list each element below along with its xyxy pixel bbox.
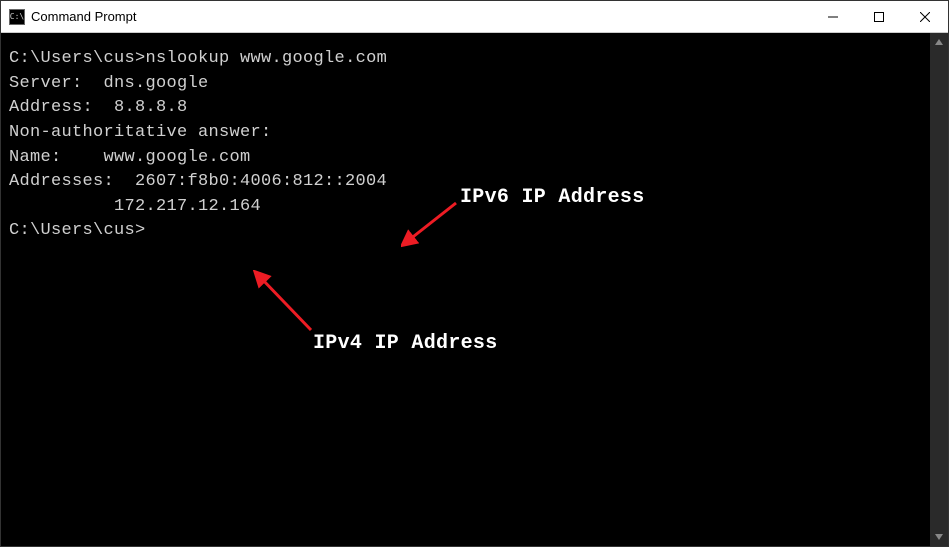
annotation-ipv6-label: IPv6 IP Address: [460, 183, 645, 212]
title-bar[interactable]: C:\ Command Prompt: [1, 1, 948, 33]
output-server: Server: dns.google: [9, 72, 922, 97]
minimize-button[interactable]: [810, 1, 856, 32]
output-address: Address: 8.8.8.8: [9, 96, 922, 121]
maximize-button[interactable]: [856, 1, 902, 32]
annotation-ipv4-label: IPv4 IP Address: [313, 329, 498, 358]
output-nonauth: Non-authoritative answer:: [9, 121, 922, 146]
close-button[interactable]: [902, 1, 948, 32]
vertical-scrollbar[interactable]: [930, 33, 948, 546]
scrollbar-down-arrow-icon[interactable]: [930, 528, 948, 546]
output-name: Name: www.google.com: [9, 146, 922, 171]
window-title: Command Prompt: [31, 9, 136, 24]
scrollbar-up-arrow-icon[interactable]: [930, 33, 948, 51]
title-bar-left: C:\ Command Prompt: [1, 9, 136, 25]
terminal-area: C:\Users\cus>nslookup www.google.comServ…: [1, 33, 948, 546]
window-controls: [810, 1, 948, 32]
arrow-ipv4-icon: [251, 270, 321, 335]
command-prompt-icon: C:\: [9, 9, 25, 25]
command-text: nslookup www.google.com: [146, 49, 388, 68]
prompt: C:\Users\cus>: [9, 49, 146, 68]
prompt: C:\Users\cus>: [9, 221, 146, 240]
scrollbar-track[interactable]: [930, 51, 948, 528]
terminal-content[interactable]: C:\Users\cus>nslookup www.google.comServ…: [1, 33, 930, 546]
command-prompt-window: C:\ Command Prompt C:\Users\cus>nslookup…: [0, 0, 949, 547]
